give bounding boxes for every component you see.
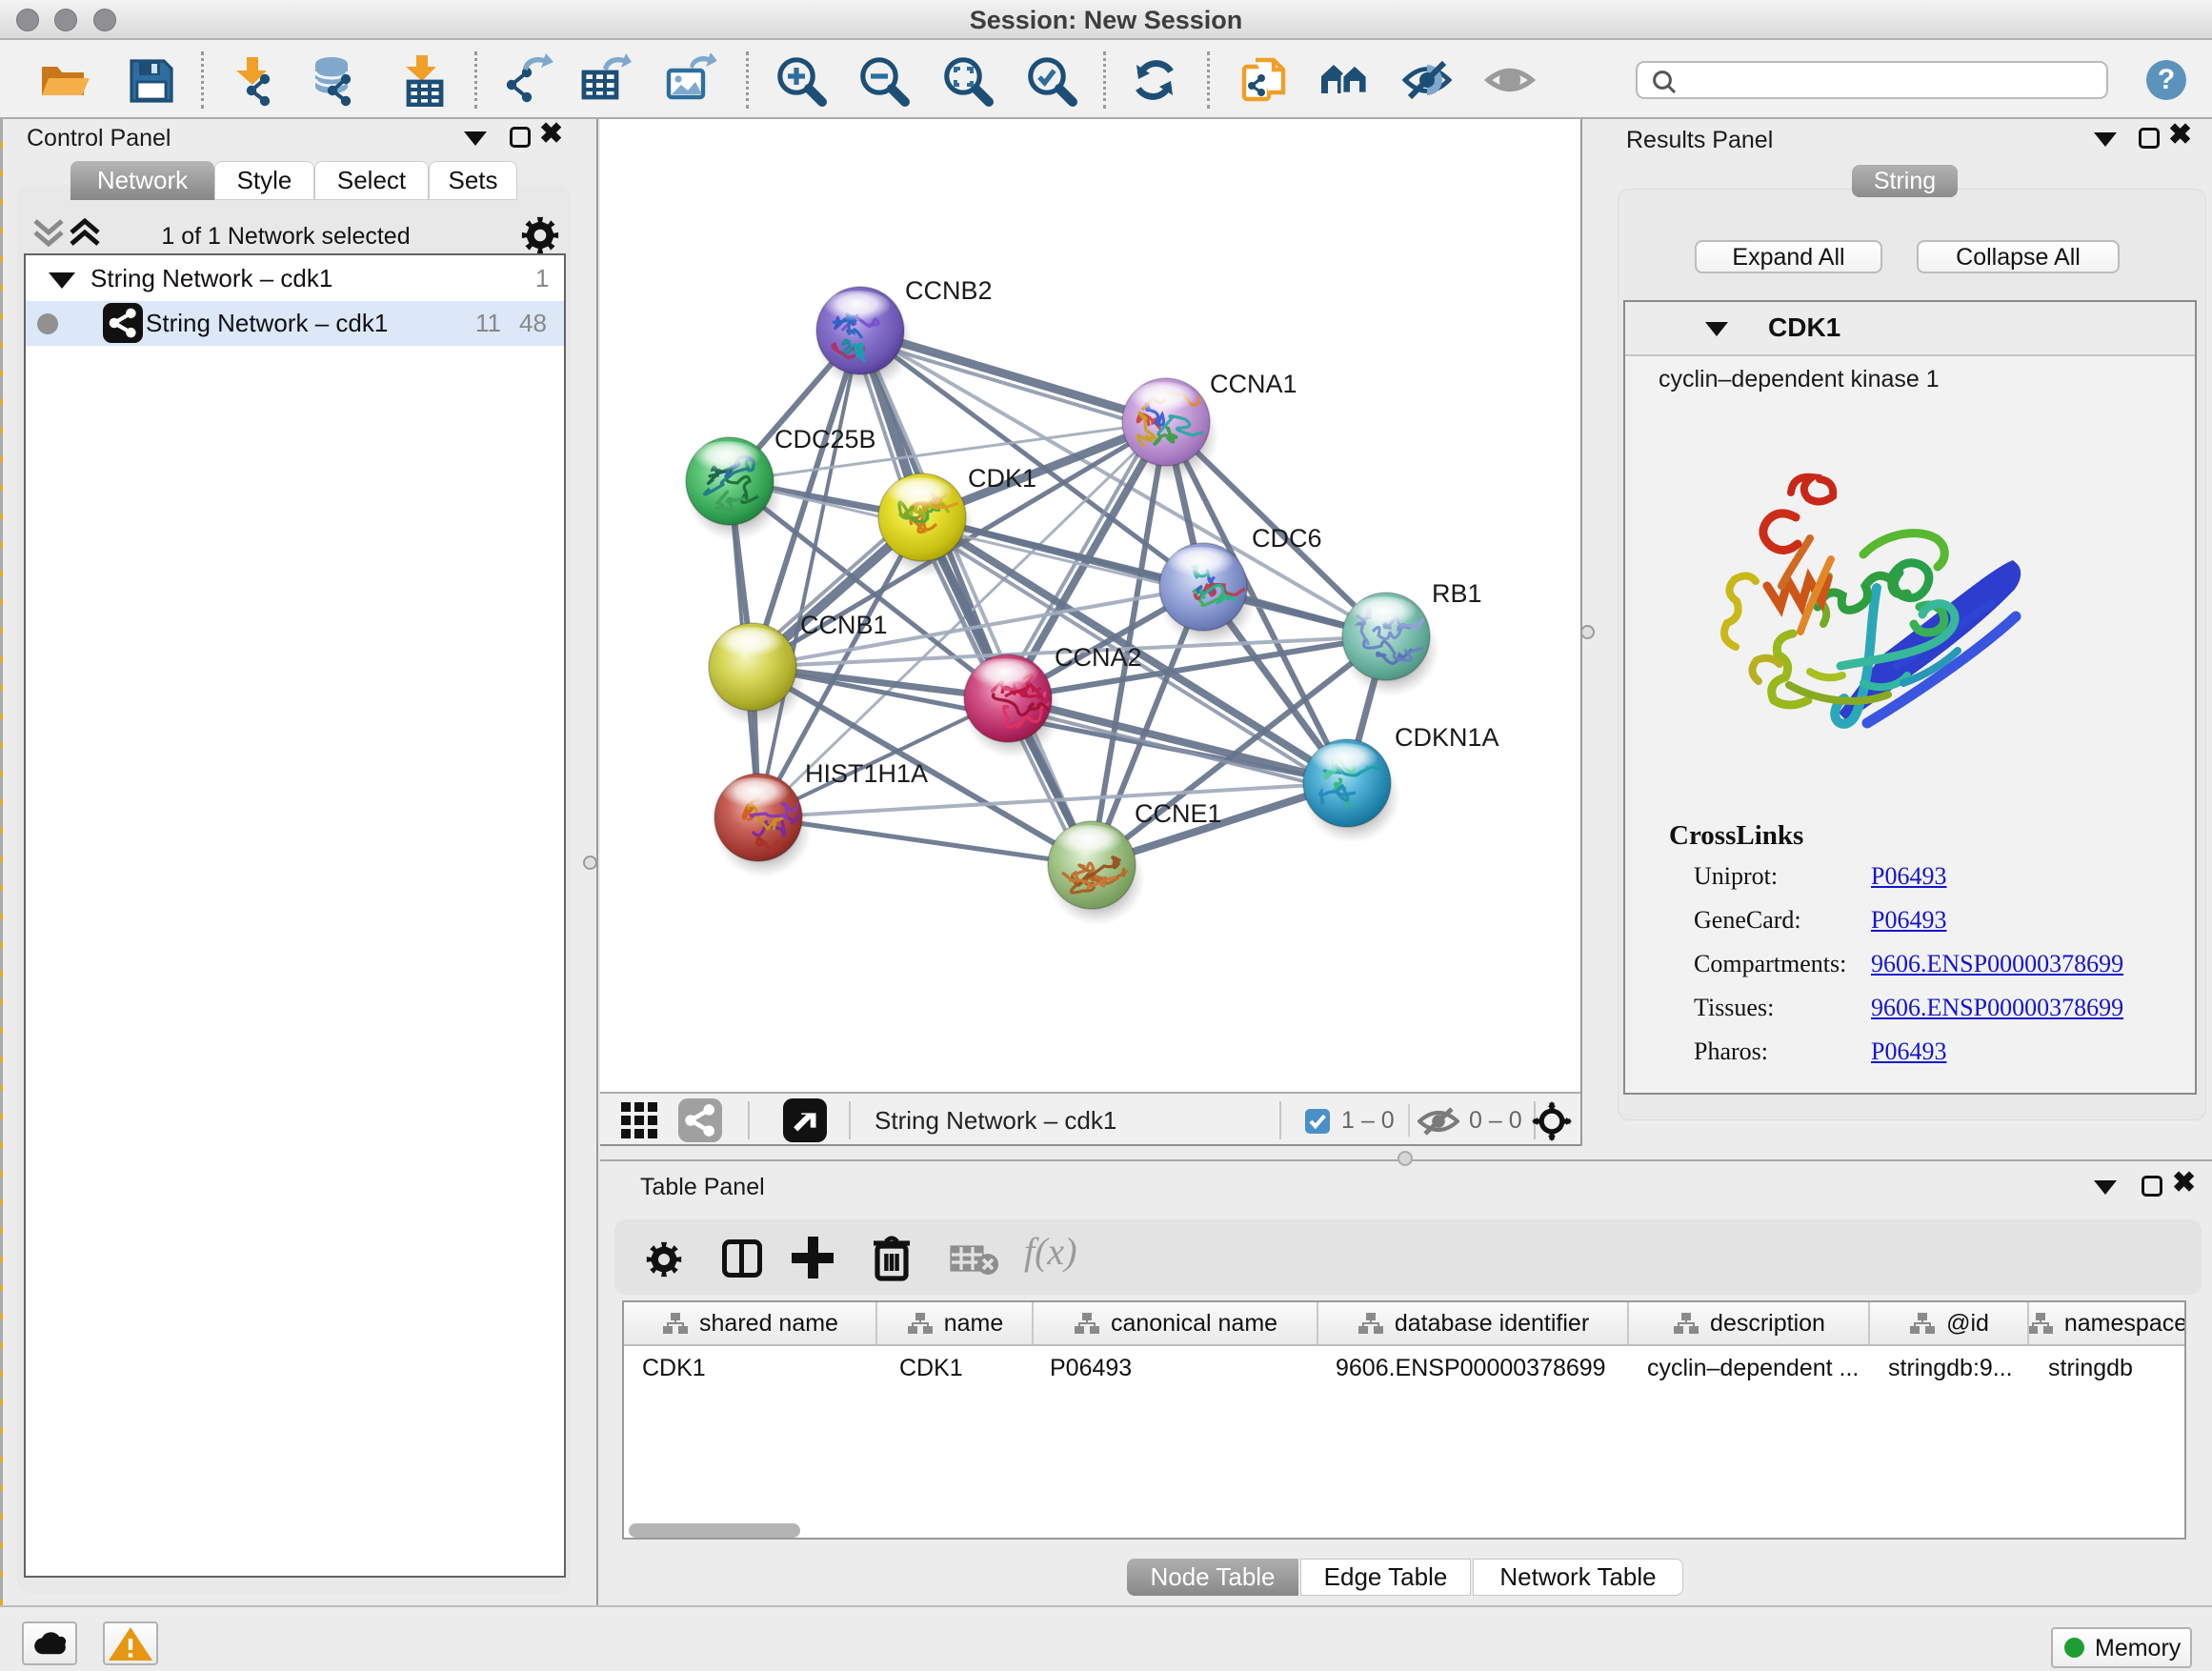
svg-text:CDC25B: CDC25B [774,425,876,453]
svg-text:CCNA2: CCNA2 [1055,643,1142,672]
svg-text:RB1: RB1 [1432,579,1482,608]
svg-text:CDK1: CDK1 [968,464,1036,493]
svg-text:CDC6: CDC6 [1252,524,1322,553]
svg-text:CCNE1: CCNE1 [1135,799,1222,828]
svg-text:CCNB1: CCNB1 [800,611,888,639]
svg-text:HIST1H1A: HIST1H1A [805,759,928,788]
svg-text:CCNA1: CCNA1 [1210,370,1297,398]
svg-text:CDKN1A: CDKN1A [1395,723,1499,752]
svg-text:CCNB2: CCNB2 [905,276,993,305]
